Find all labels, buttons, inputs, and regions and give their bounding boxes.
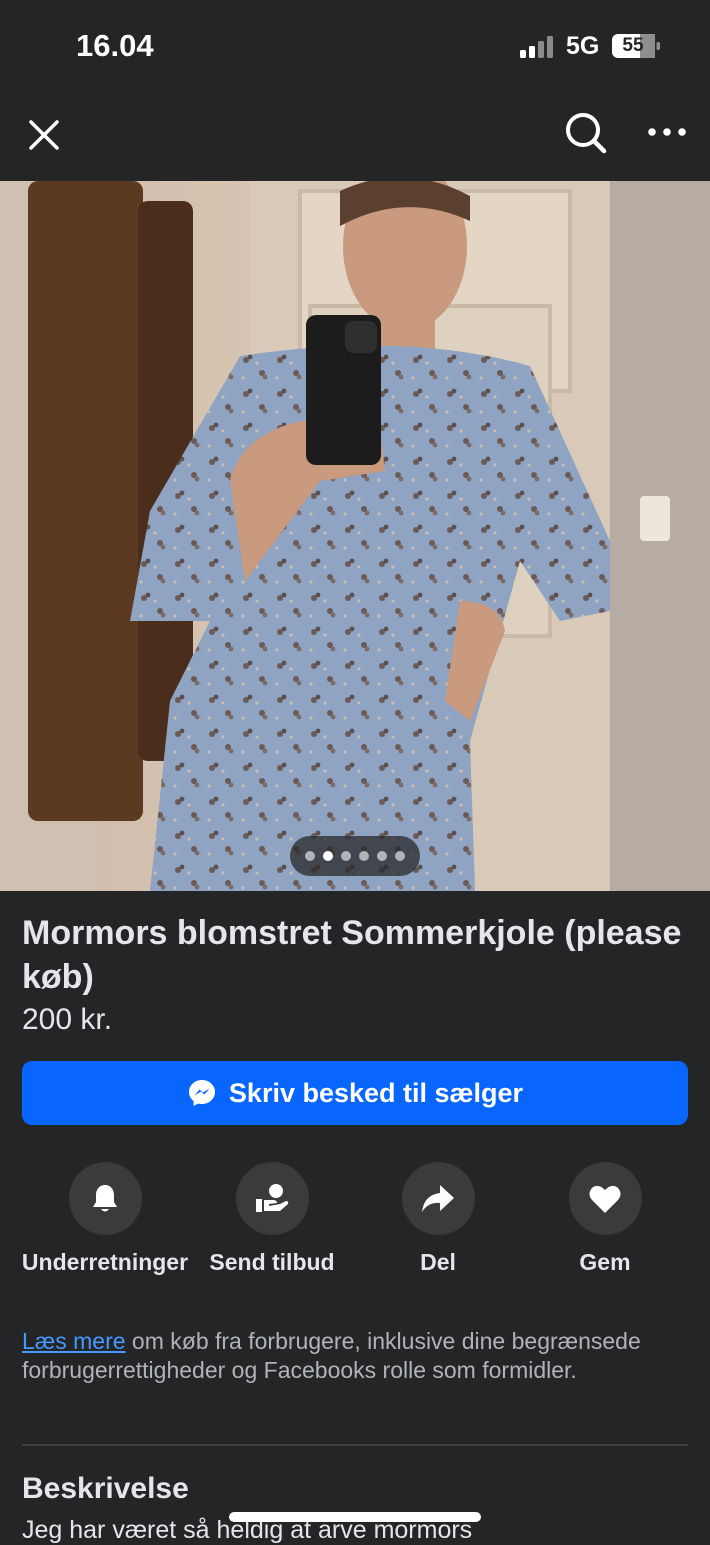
status-bar: 16.04 5G 55 [0,0,710,95]
network-label: 5G [566,32,600,60]
battery-icon: 55 [612,34,662,63]
more-icon [648,128,686,136]
carousel-dot[interactable] [341,851,351,861]
offer-icon [256,1183,289,1212]
share-button[interactable] [401,1162,475,1235]
notifications-button[interactable] [68,1162,142,1235]
search-button[interactable] [561,108,611,158]
message-seller-label: Skriv besked til sælger [228,1077,524,1108]
carousel-dot-active[interactable] [323,851,333,861]
battery-level: 55 [622,35,644,56]
home-indicator[interactable] [229,1512,481,1522]
carousel-dot[interactable] [377,851,387,861]
share-label: Del [420,1249,456,1275]
carousel-dot[interactable] [305,851,315,861]
send-offer-action[interactable]: Send tilbud [182,1162,362,1277]
search-icon [566,113,607,154]
carousel-dot[interactable] [359,851,369,861]
listing-price: 200 kr. [22,1003,113,1036]
send-offer-label: Send tilbud [209,1249,335,1275]
consumer-info: Læs mere om køb fra forbrugere, inklusiv… [22,1327,688,1385]
notifications-action[interactable]: Underretninger [15,1162,195,1277]
share-action[interactable]: Del [348,1162,528,1277]
carousel-dot[interactable] [395,851,405,861]
listing-photo[interactable] [0,181,710,891]
messenger-icon [188,1080,215,1106]
save-action[interactable]: Gem [515,1162,695,1277]
top-bar [0,95,710,181]
signal-icon [520,36,553,58]
send-offer-button[interactable] [235,1162,309,1235]
heart-icon [589,1185,621,1213]
action-row: Underretninger Send tilbud Del Gem [0,1162,710,1312]
close-icon [29,120,59,150]
carousel-indicator[interactable] [290,836,420,876]
status-time: 16.04 [76,28,154,63]
share-icon [422,1184,454,1212]
notifications-label: Underretninger [21,1249,189,1275]
more-button[interactable] [642,112,692,152]
photo-illustration [0,181,710,891]
read-more-link[interactable]: Læs mere [22,1328,126,1354]
close-button[interactable] [20,111,68,159]
message-seller-button[interactable]: Skriv besked til sælger [22,1061,688,1125]
save-label: Gem [579,1249,631,1275]
listing-title: Mormors blomstret Sommerkjole (please kø… [22,914,682,996]
divider [22,1444,688,1446]
bell-icon [93,1184,117,1211]
save-button[interactable] [568,1162,642,1235]
description-heading: Beskrivelse [22,1472,189,1505]
